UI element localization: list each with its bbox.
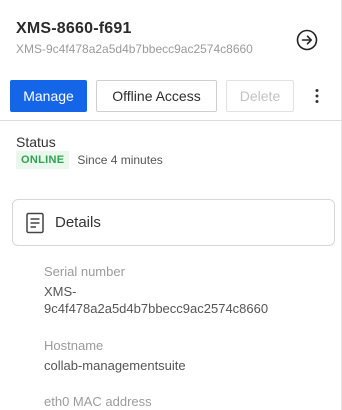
details-section-header[interactable]: Details — [12, 199, 335, 246]
delete-button: Delete — [226, 80, 294, 112]
manage-button[interactable]: Manage — [10, 80, 87, 112]
device-name: XMS-8660-f691 — [16, 20, 132, 37]
device-id: XMS-9c4f478a2a5d4b7bbecc9ac2574c8660 — [16, 42, 253, 56]
hostname-value: collab-managementsuite — [44, 358, 186, 373]
status-since: Since 4 minutes — [77, 153, 163, 167]
arrow-circle-right-icon — [296, 29, 318, 51]
offline-access-button[interactable]: Offline Access — [96, 80, 217, 112]
details-title: Details — [55, 214, 101, 231]
open-device-button[interactable] — [296, 29, 318, 51]
mac-address-field: eth0 MAC address — [44, 394, 324, 409]
serial-number-field: Serial number XMS- 9c4f478a2a5d4b7bbecc9… — [44, 264, 324, 317]
vertical-dots-icon — [315, 89, 319, 103]
status-badge: ONLINE — [16, 151, 70, 169]
serial-number-label: Serial number — [44, 264, 125, 279]
status-label: Status — [16, 134, 56, 150]
mac-address-label: eth0 MAC address — [44, 394, 152, 409]
status-row: ONLINE Since 4 minutes — [16, 151, 163, 169]
hostname-label: Hostname — [44, 338, 104, 353]
serial-number-value: XMS- 9c4f478a2a5d4b7bbecc9ac2574c8660 — [44, 284, 269, 316]
toolbar-divider — [0, 120, 342, 121]
device-header: XMS-8660-f691 XMS-9c4f478a2a5d4b7bbecc9a… — [16, 20, 316, 56]
device-detail-panel: XMS-8660-f691 XMS-9c4f478a2a5d4b7bbecc9a… — [0, 0, 342, 410]
action-toolbar: Manage Offline Access Delete — [10, 80, 303, 112]
hostname-field: Hostname collab-managementsuite — [44, 338, 324, 374]
more-actions-button[interactable] — [307, 86, 327, 106]
document-icon — [26, 212, 44, 233]
